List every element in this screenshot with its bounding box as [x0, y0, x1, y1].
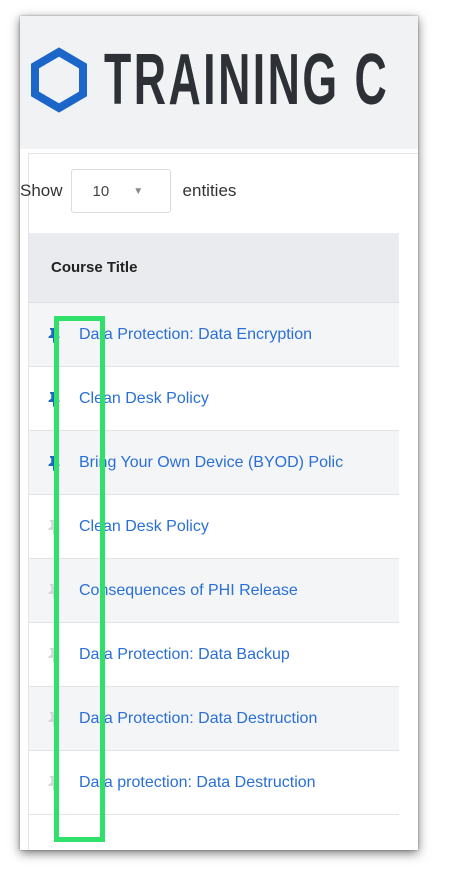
table-row: Bring Your Own Device (BYOD) Polic — [29, 431, 399, 495]
brand-title: TRAINING C — [104, 40, 390, 120]
table-row: Data Protection: Data Encryption — [29, 303, 399, 367]
hexagon-logo-icon — [31, 47, 87, 113]
pushpin-icon[interactable] — [29, 647, 71, 663]
course-title-link[interactable]: Clean Desk Policy — [71, 518, 209, 536]
show-label: Show — [20, 181, 63, 200]
show-entries-control: Show 10 ▼ entities — [20, 166, 236, 216]
table-row: Clean Desk Policy — [29, 495, 399, 559]
courses-table: Course Title Data Protection: Data Encry… — [28, 233, 399, 815]
column-header-course-title[interactable]: Course Title — [29, 233, 399, 303]
table-row: Data Protection: Data Destruction — [29, 687, 399, 751]
page-length-select[interactable]: 10 ▼ — [70, 169, 171, 213]
pushpin-icon[interactable] — [29, 327, 71, 343]
pushpin-icon[interactable] — [29, 519, 71, 535]
pushpin-icon[interactable] — [29, 391, 71, 407]
course-title-link[interactable]: Data Protection: Data Destruction — [71, 710, 317, 728]
course-title-link[interactable]: Consequences of PHI Release — [71, 582, 298, 600]
table-row: Clean Desk Policy — [29, 367, 399, 431]
course-title-link[interactable]: Clean Desk Policy — [71, 390, 209, 408]
header-banner: TRAINING C — [20, 16, 418, 149]
course-title-link[interactable]: Data Protection: Data Backup — [71, 646, 290, 664]
course-title-link[interactable]: Data protection: Data Destruction — [71, 774, 316, 792]
table-row: Consequences of PHI Release — [29, 559, 399, 623]
entities-label: entities — [182, 181, 237, 200]
course-title-link[interactable]: Bring Your Own Device (BYOD) Polic — [71, 454, 343, 472]
pushpin-icon[interactable] — [29, 711, 71, 727]
table-body: Data Protection: Data Encryption Clean De… — [29, 303, 399, 815]
pushpin-icon[interactable] — [29, 583, 71, 599]
pushpin-icon[interactable] — [29, 455, 71, 471]
chevron-down-icon: ▼ — [133, 185, 144, 197]
table-row: Data Protection: Data Backup — [29, 623, 399, 687]
page-length-value: 10 — [92, 182, 110, 200]
table-row: Data protection: Data Destruction — [29, 751, 399, 815]
pushpin-icon[interactable] — [29, 775, 71, 791]
course-title-link[interactable]: Data Protection: Data Encryption — [71, 326, 312, 344]
